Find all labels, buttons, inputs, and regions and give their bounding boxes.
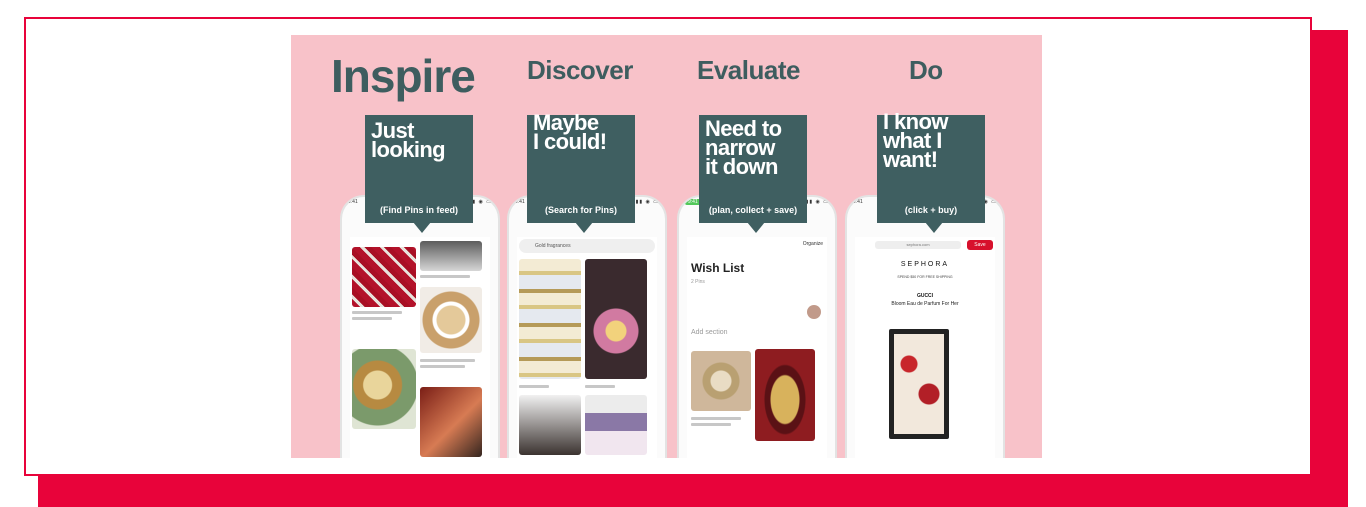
search-result-bottles[interactable] [519, 395, 581, 455]
phone-shop: 9:41 ▮▮▮ ◉ ▭ sephora.com Save SEPHORA SP… [845, 195, 1005, 458]
stage-inspire: Inspire 9:41 ▮▮▮ ◉ ▭ Just looking (Find [291, 35, 500, 458]
pin-caption [585, 385, 615, 388]
stage-title-evaluate: Evaluate [697, 55, 800, 85]
speech-bubble-discover: Maybe I could! (Search for Pins) [527, 110, 635, 233]
search-result-perfume-grid[interactable] [519, 259, 581, 379]
status-time: 9:41 [853, 199, 863, 205]
pin-caption [420, 275, 470, 278]
pin-caption [519, 385, 549, 388]
organize-button[interactable]: Organize [803, 241, 823, 247]
feed-screen[interactable] [350, 237, 490, 458]
promo-banner: SPEND $50 FOR FREE SHIPPING [897, 275, 953, 279]
status-time: 9:41 [348, 199, 358, 205]
bubble-text: Maybe I could! [533, 110, 607, 154]
speech-bubble-inspire: Just looking (Find Pins in feed) [365, 115, 473, 233]
status-time: 9:41 [515, 199, 525, 205]
shop-screen: sephora.com Save SEPHORA SPEND $50 FOR F… [855, 237, 995, 458]
feed-pin-gucci-bag[interactable] [420, 287, 482, 353]
search-input[interactable]: Gold fragrances [519, 239, 655, 253]
save-button[interactable]: Save [967, 240, 993, 250]
speech-bubble-evaluate: Need to narrow it down (plan, collect + … [699, 115, 807, 233]
speech-bubble-do: I know what I want! (click + buy) [877, 109, 985, 233]
phone-feed: 9:41 ▮▮▮ ◉ ▭ [340, 195, 500, 458]
bubble-subtext: (Search for Pins) [544, 205, 618, 215]
board-pin-bracelet[interactable] [755, 349, 815, 441]
pin-caption [420, 365, 465, 368]
board-pin-gucci-jewel[interactable] [691, 351, 751, 411]
stage-do: Do 9:41 ▮▮▮ ◉ ▭ sephora.com Save SEPHORA… [845, 35, 1042, 458]
feed-pin-lipsticks[interactable] [352, 247, 416, 307]
avatar[interactable] [807, 305, 821, 319]
product-brand: GUCCI [916, 293, 934, 299]
stage-title-inspire: Inspire [331, 50, 476, 102]
bubble-text: Just looking [371, 118, 446, 162]
search-result-dior[interactable] [585, 395, 647, 455]
bubble-subtext: (Find Pins in feed) [380, 205, 458, 215]
phone-search: 9:41 ▮▮▮ ◉ ▭ Gold fragrances [507, 195, 667, 458]
stage-title-do: Do [909, 55, 943, 85]
product-name: Bloom Eau de Parfum For Her [891, 301, 959, 307]
stage-discover: Discover 9:41 ▮▮▮ ◉ ▭ Gold fragrances Ma… [479, 35, 667, 458]
feed-pin-people[interactable] [420, 387, 482, 457]
feed-pin-photo[interactable] [420, 241, 482, 271]
pinterest-journey-poster: Inspire 9:41 ▮▮▮ ◉ ▭ Just looking (Find [291, 35, 1042, 458]
url-bar[interactable]: sephora.com [875, 241, 961, 249]
stage-title-discover: Discover [527, 55, 633, 85]
pin-caption [352, 317, 392, 320]
bubble-text: Need to narrow it down [705, 116, 782, 179]
feed-pin-pizza[interactable] [352, 349, 416, 429]
search-screen: Gold fragrances [517, 237, 657, 458]
sephora-logo: SEPHORA [900, 261, 950, 268]
product-image-gucci-bloom[interactable] [889, 329, 949, 439]
pin-caption [691, 423, 731, 426]
pin-caption [352, 311, 402, 314]
search-result-perfume-flowers[interactable] [585, 259, 647, 379]
board-title: Wish List [691, 261, 745, 275]
board-pin-count: 2 Pins [691, 279, 705, 285]
pin-caption [420, 359, 475, 362]
pin-caption [691, 417, 741, 420]
status-icons: ▮▮▮ ◉ ▭ [631, 199, 659, 205]
phone-board: 9:41 ▮▮▮ ◉ ▭ Organize Wish List 2 Pins A… [677, 195, 837, 458]
bubble-subtext: (click + buy) [904, 205, 958, 215]
add-section-button[interactable]: Add section [691, 329, 728, 336]
stage-evaluate: Evaluate 9:41 ▮▮▮ ◉ ▭ Organize Wish List… [667, 35, 855, 458]
board-screen: Organize Wish List 2 Pins Add section [687, 237, 827, 458]
bubble-subtext: (plan, collect + save) [708, 205, 798, 215]
bubble-text: I know what I want! [883, 109, 948, 172]
